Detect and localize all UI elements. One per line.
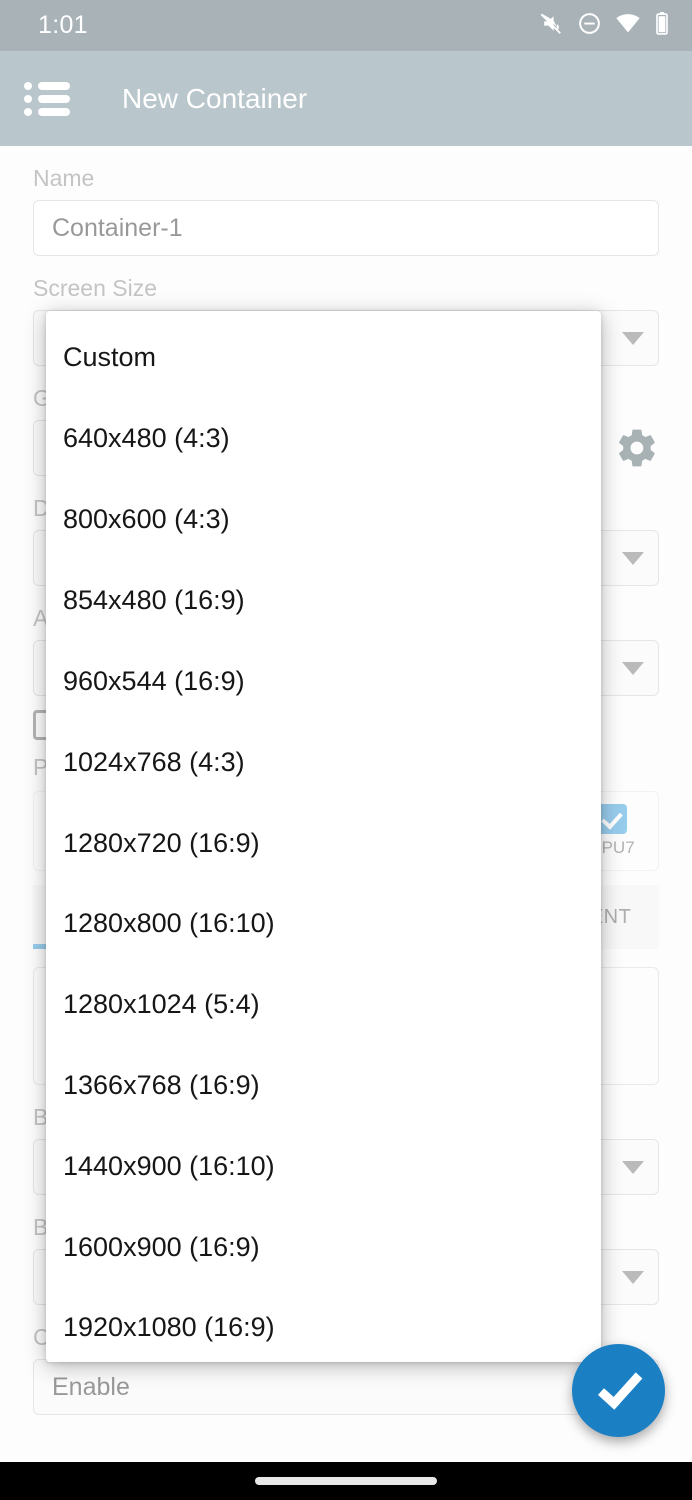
- dropdown-option-1280x800[interactable]: 1280x800 (16:10): [63, 910, 275, 937]
- dropdown-option-800x600[interactable]: 800x600 (4:3): [63, 506, 230, 533]
- screen-size-dropdown: Custom 640x480 (4:3) 800x600 (4:3) 854x4…: [46, 311, 601, 1362]
- dropdown-option-854x480[interactable]: 854x480 (16:9): [63, 587, 245, 614]
- dropdown-option-1280x1024[interactable]: 1280x1024 (5:4): [63, 991, 260, 1018]
- dropdown-option-640x480[interactable]: 640x480 (4:3): [63, 425, 230, 452]
- system-navigation-bar: [0, 1462, 692, 1500]
- confirm-fab[interactable]: [572, 1344, 665, 1437]
- dropdown-option-custom[interactable]: Custom: [63, 344, 156, 371]
- home-gesture-pill[interactable]: [255, 1477, 437, 1485]
- dropdown-option-1440x900[interactable]: 1440x900 (16:10): [63, 1153, 275, 1180]
- check-icon: [597, 1363, 642, 1410]
- dropdown-option-1600x900[interactable]: 1600x900 (16:9): [63, 1234, 260, 1261]
- dropdown-option-1024x768[interactable]: 1024x768 (4:3): [63, 749, 245, 776]
- app-screen: 1:01: [0, 0, 692, 1500]
- dropdown-option-1366x768[interactable]: 1366x768 (16:9): [63, 1072, 260, 1099]
- dropdown-option-1280x720[interactable]: 1280x720 (16:9): [63, 830, 260, 857]
- dropdown-option-1920x1080[interactable]: 1920x1080 (16:9): [63, 1314, 275, 1341]
- dropdown-option-960x544[interactable]: 960x544 (16:9): [63, 668, 245, 695]
